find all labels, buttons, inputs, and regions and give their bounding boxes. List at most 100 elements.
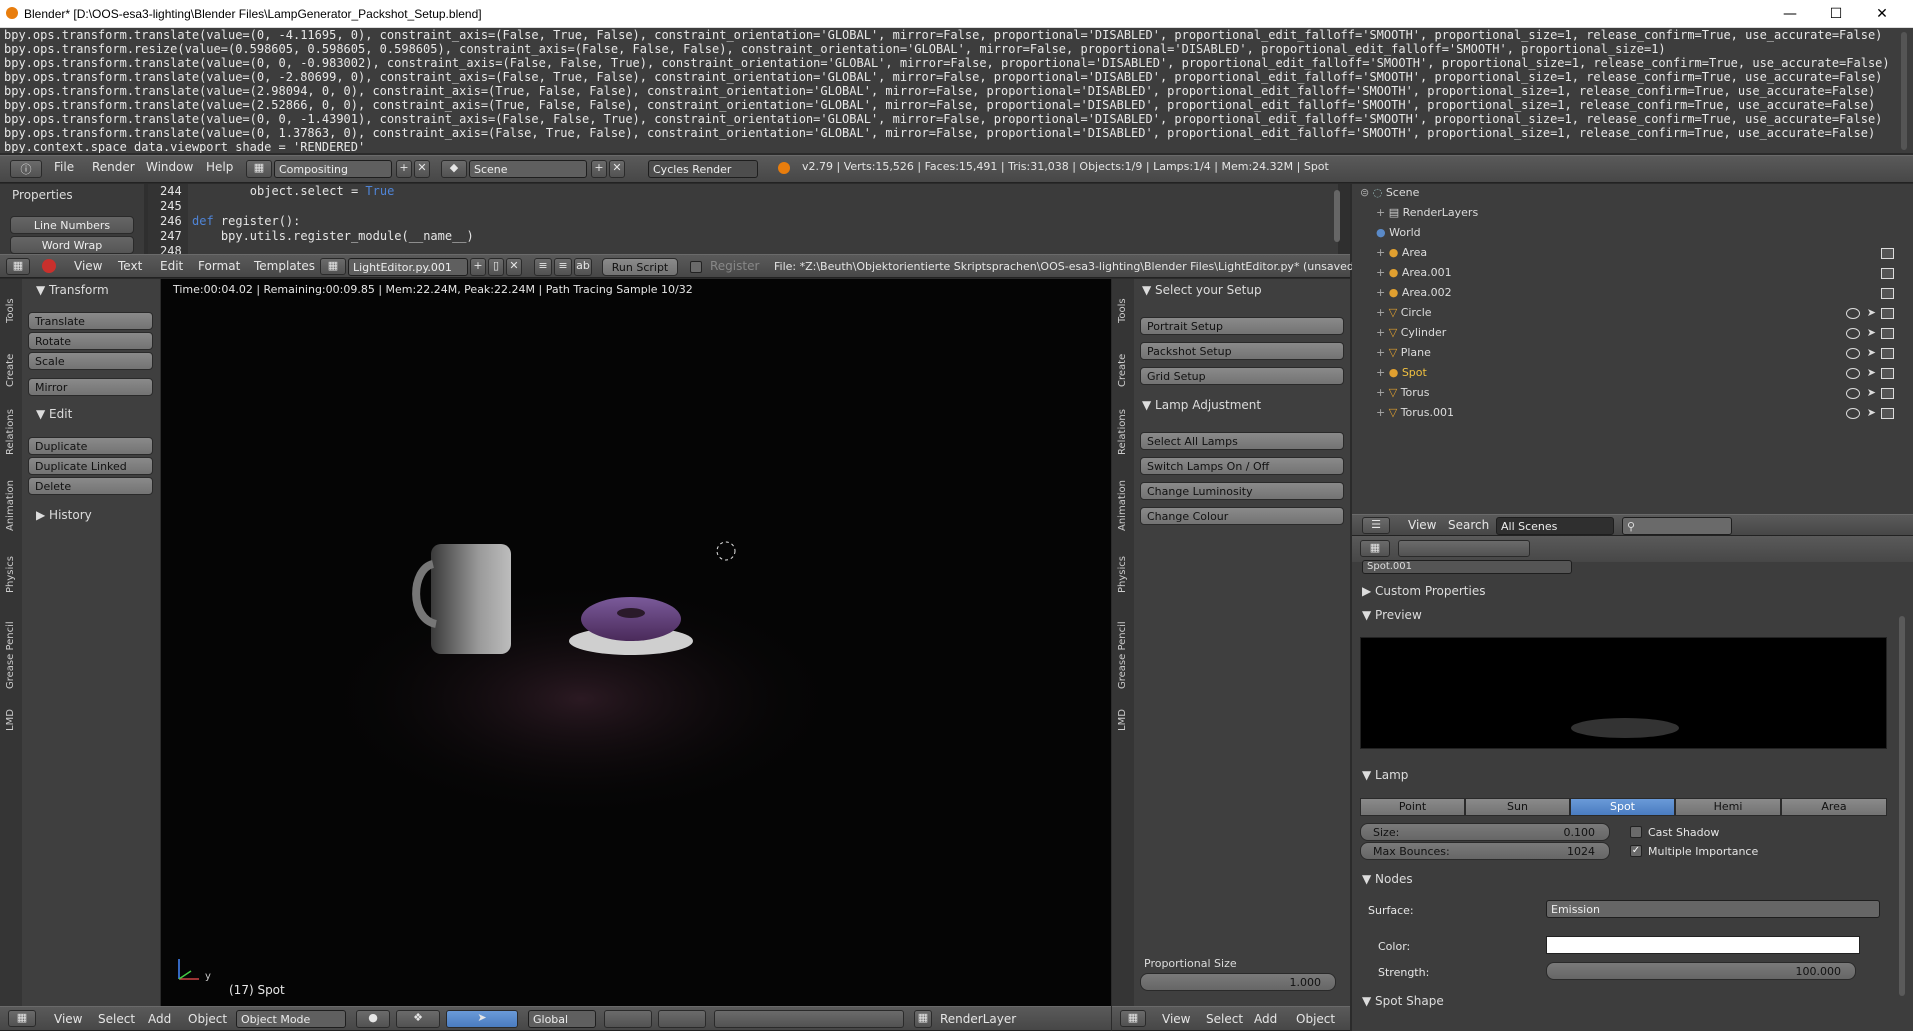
tab-lmd[interactable]: LMD	[5, 709, 16, 731]
tab-physics[interactable]: Physics	[5, 556, 16, 593]
scene-icon[interactable]: ◆	[441, 160, 467, 178]
menu-view[interactable]: View	[74, 259, 102, 273]
visibility-eye-icon[interactable]	[1846, 408, 1860, 419]
run-script-button[interactable]: Run Script	[602, 258, 678, 276]
screen-layout-icon[interactable]: ▦	[246, 160, 272, 178]
menu-object-3d[interactable]: Object	[188, 1012, 227, 1026]
close-button[interactable]: ✕	[1859, 0, 1905, 28]
new-text-button[interactable]: +	[470, 258, 486, 276]
color-swatch[interactable]	[1546, 936, 1860, 954]
menu-add-3d[interactable]: Add	[148, 1012, 171, 1026]
visibility-eye-icon[interactable]	[1846, 388, 1860, 399]
tab-physics-2[interactable]: Physics	[1117, 556, 1128, 593]
history-panel-header[interactable]: ▶ History	[36, 508, 92, 522]
menu-help[interactable]: Help	[206, 160, 233, 174]
menu-select-2[interactable]: Select	[1206, 1012, 1243, 1026]
editor-type-3d-button[interactable]: ▦	[8, 1010, 36, 1027]
add-screen-button[interactable]: +	[396, 160, 412, 178]
syntax-highlight-toggle-icon[interactable]: ab	[574, 258, 592, 276]
tab-tools-2[interactable]: Tools	[1117, 298, 1128, 323]
select-cursor-icon[interactable]: ➤	[1867, 346, 1876, 359]
outliner-item-renderlayers[interactable]: + ▤ RenderLayers	[1376, 206, 1896, 224]
menu-render[interactable]: Render	[92, 160, 135, 174]
lamp-type-hemi[interactable]: Hemi	[1675, 798, 1781, 816]
remove-scene-button[interactable]: ✕	[609, 160, 625, 178]
line-numbers-button[interactable]: Line Numbers	[10, 216, 134, 234]
grid-setup-button[interactable]: Grid Setup	[1140, 367, 1344, 385]
visibility-eye-icon[interactable]	[1846, 308, 1860, 319]
select-cursor-icon[interactable]: ➤	[1867, 386, 1876, 399]
screen-layout-field[interactable]: Compositing	[274, 160, 392, 178]
record-icon[interactable]	[42, 259, 56, 273]
tab-tools[interactable]: Tools	[5, 298, 16, 323]
lamp-type-area[interactable]: Area	[1781, 798, 1887, 816]
properties-scrollbar[interactable]	[1899, 616, 1905, 996]
info-log-scrollbar[interactable]	[1901, 32, 1907, 150]
outliner-item-torus[interactable]: + ▽ Torus ➤	[1376, 386, 1896, 404]
portrait-setup-button[interactable]: Portrait Setup	[1140, 317, 1344, 335]
outliner-item-area[interactable]: + ● Area	[1376, 246, 1896, 264]
render-engine-dropdown[interactable]: Cycles Render	[648, 160, 758, 178]
rotate-button[interactable]: Rotate	[28, 332, 153, 350]
open-text-button[interactable]: ▯	[488, 258, 504, 276]
lamp-adjust-panel-header[interactable]: ▼ Lamp Adjustment	[1142, 398, 1261, 412]
editor-type-outliner-button[interactable]: ☰	[1362, 517, 1390, 534]
setup-panel-header[interactable]: ▼ Select your Setup	[1142, 283, 1262, 297]
tab-animation-2[interactable]: Animation	[1117, 480, 1128, 531]
select-cursor-icon[interactable]: ➤	[1867, 406, 1876, 419]
datablock-field[interactable]: Spot.001	[1362, 560, 1572, 574]
render-toggle-icon[interactable]	[1881, 408, 1894, 419]
outliner-item-area-002[interactable]: + ● Area.002	[1376, 286, 1896, 304]
word-wrap-toggle-icon[interactable]: ≡	[554, 258, 572, 276]
menu-text[interactable]: Text	[118, 259, 142, 273]
select-cursor-icon[interactable]: ➤	[1867, 366, 1876, 379]
render-toggle-icon[interactable]	[1881, 288, 1894, 299]
lamp-type-sun[interactable]: Sun	[1465, 798, 1570, 816]
lamp-type-point[interactable]: Point	[1360, 798, 1465, 816]
change-colour-button[interactable]: Change Colour	[1140, 507, 1344, 525]
render-toggle-icon[interactable]	[1881, 348, 1894, 359]
unlink-text-button[interactable]: ✕	[506, 258, 522, 276]
custom-properties-header[interactable]: ▶ Custom Properties	[1362, 584, 1485, 598]
select-cursor-icon[interactable]: ➤	[1867, 326, 1876, 339]
strength-slider[interactable]: 100.000	[1546, 962, 1856, 980]
word-wrap-button[interactable]: Word Wrap	[10, 236, 134, 254]
render-toggle-icon[interactable]	[1881, 268, 1894, 279]
maximize-button[interactable]: ☐	[1813, 0, 1859, 28]
pivot-icon[interactable]: ❖	[396, 1010, 440, 1028]
add-scene-button[interactable]: +	[591, 160, 607, 178]
minimize-button[interactable]: —	[1767, 0, 1813, 28]
visibility-eye-icon[interactable]	[1846, 368, 1860, 379]
lamp-type-spot[interactable]: Spot	[1570, 798, 1675, 816]
menu-file[interactable]: File	[54, 160, 74, 174]
surface-dropdown[interactable]: Emission	[1546, 900, 1880, 918]
tab-lmd-2[interactable]: LMD	[1117, 709, 1128, 731]
scene-field[interactable]: Scene	[469, 160, 587, 178]
line-numbers-toggle-icon[interactable]: ≡	[534, 258, 552, 276]
outliner-search-input[interactable]: ⚲	[1622, 517, 1732, 535]
editor-type-3d-button-2[interactable]: ▦	[1120, 1010, 1146, 1027]
layers-grid-1[interactable]	[604, 1010, 652, 1028]
mode-dropdown[interactable]: Object Mode	[236, 1010, 346, 1028]
select-all-lamps-button[interactable]: Select All Lamps	[1140, 432, 1344, 450]
editor-type-info-button[interactable]: ⓘ	[10, 160, 42, 178]
cast-shadow-checkbox[interactable]	[1630, 826, 1642, 838]
outliner-menu-view[interactable]: View	[1408, 518, 1436, 532]
tab-animation[interactable]: Animation	[5, 480, 16, 531]
menu-add-2[interactable]: Add	[1254, 1012, 1277, 1026]
menu-templates[interactable]: Templates	[254, 259, 315, 273]
menu-view-3d[interactable]: View	[54, 1012, 82, 1026]
nodes-header[interactable]: ▼ Nodes	[1362, 872, 1413, 886]
menu-view-2[interactable]: View	[1162, 1012, 1190, 1026]
render-toggle-icon[interactable]	[1881, 328, 1894, 339]
outliner-item-circle[interactable]: + ▽ Circle ➤	[1376, 306, 1896, 324]
outliner-item-area-001[interactable]: + ● Area.001	[1376, 266, 1896, 284]
duplicate-button[interactable]: Duplicate	[28, 437, 153, 455]
lamp-header[interactable]: ▼ Lamp	[1362, 768, 1408, 782]
tab-grease-pencil[interactable]: Grease Pencil	[5, 621, 16, 689]
register-checkbox[interactable]	[690, 261, 702, 273]
change-luminosity-button[interactable]: Change Luminosity	[1140, 482, 1344, 500]
multiple-importance-checkbox[interactable]: ✓	[1630, 845, 1642, 857]
select-cursor-icon[interactable]: ➤	[1867, 306, 1876, 319]
delete-button[interactable]: Delete	[28, 477, 153, 495]
